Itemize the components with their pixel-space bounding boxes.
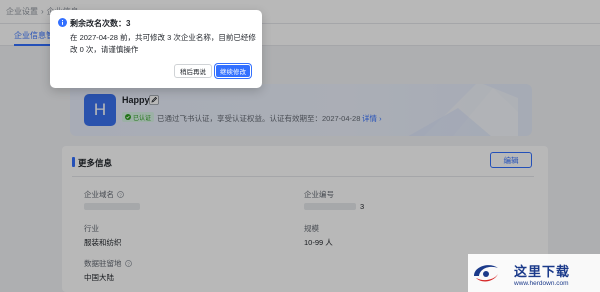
code-field-label: 企业编号: [304, 189, 334, 200]
scale-field-label: 规模: [304, 223, 319, 234]
data-location-field-label: 数据驻留地 ?: [84, 258, 132, 269]
continue-edit-button[interactable]: 继续修改: [215, 64, 251, 78]
watermark-url: www.herdown.com: [514, 280, 569, 287]
domain-value-blurred: [84, 203, 140, 210]
help-icon[interactable]: ?: [117, 191, 124, 198]
svg-text:?: ?: [119, 192, 122, 197]
verified-badge: 已认证: [122, 112, 155, 122]
org-card: [70, 84, 532, 136]
verified-badge-label: 已认证: [133, 115, 152, 122]
section-divider: [72, 176, 534, 177]
popover-title: 剩余改名次数：3: [70, 19, 131, 28]
domain-label-text: 企业域名: [84, 190, 114, 199]
info-icon: [58, 18, 67, 27]
svg-text:?: ?: [127, 261, 130, 266]
verify-description: 已通过飞书认证，享受认证权益。认证有效期至：2027-04-28: [157, 114, 361, 123]
scale-value: 10-99 人: [304, 238, 333, 247]
data-location-label-text: 数据驻留地: [84, 259, 122, 268]
code-value-blurred: [304, 203, 356, 210]
data-location-value: 中国大陆: [84, 273, 114, 282]
watermark-text: 这里下载: [514, 265, 571, 280]
edit-name-icon[interactable]: [149, 95, 159, 105]
industry-value: 服装和纺织: [84, 238, 122, 247]
org-avatar: H: [84, 94, 116, 126]
more-info-title: 更多信息: [78, 158, 113, 168]
section-accent-bar: [72, 157, 75, 167]
scale-label-text: 规模: [304, 224, 319, 233]
edit-more-info-button[interactable]: 编辑: [490, 152, 532, 168]
verified-check-icon: [125, 114, 131, 120]
code-label-text: 企业编号: [304, 190, 334, 199]
industry-label-text: 行业: [84, 224, 99, 233]
popover-body: 在 2027-04-28 前，共可修改 3 次企业名称，目前已经修改 0 次，请…: [70, 33, 256, 54]
later-button[interactable]: 稍后再说: [174, 64, 212, 78]
breadcrumb-item-settings[interactable]: 企业设置: [6, 7, 38, 16]
verify-detail-link[interactable]: 详情 ›: [362, 113, 382, 124]
org-name: Happy: [122, 95, 150, 105]
domain-field-label: 企业域名 ?: [84, 189, 124, 200]
code-value-suffix: 3: [360, 202, 365, 211]
industry-field-label: 行业: [84, 223, 99, 234]
help-icon[interactable]: ?: [124, 260, 132, 267]
watermark-logo-icon: [474, 265, 498, 282]
breadcrumb-separator: ›: [41, 7, 44, 16]
card-decoration: [408, 84, 518, 136]
